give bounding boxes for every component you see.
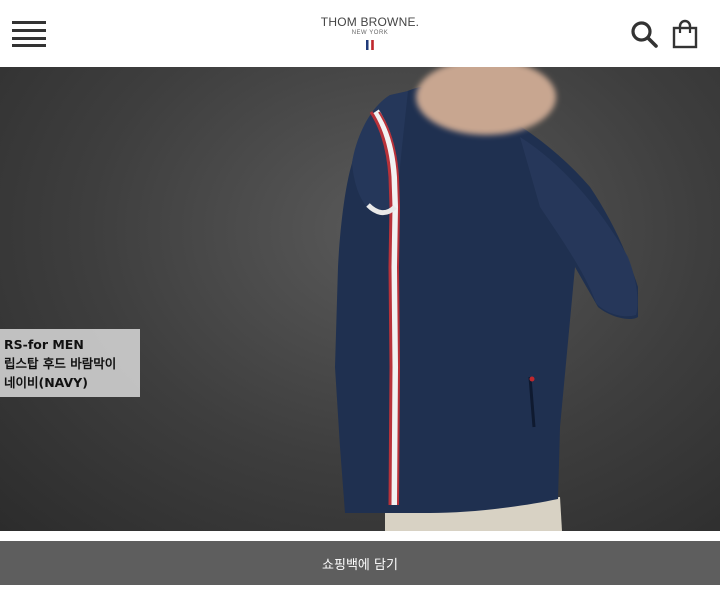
product-caption: RS-for MEN 립스탑 후드 바람막이 네이비(NAVY): [0, 329, 140, 397]
logo-sub-text: NEW YORK: [351, 30, 389, 36]
caption-line-3: 네이비(NAVY): [4, 375, 88, 390]
caption-line-1: RS-for MEN: [4, 337, 84, 352]
logo-brand-text: THOM BROWNE.: [320, 15, 420, 29]
shopping-bag-icon[interactable]: [672, 19, 698, 49]
caption-line-2: 립스탑 후드 바람막이: [4, 356, 117, 371]
tricolor-flag-icon: [366, 40, 374, 50]
add-to-bag-button[interactable]: 쇼핑백에 담기: [0, 541, 720, 585]
brand-logo[interactable]: THOM BROWNE. NEW YORK: [310, 15, 430, 55]
product-hero-image[interactable]: RS-for MEN 립스탑 후드 바람막이 네이비(NAVY): [0, 67, 720, 531]
hamburger-menu-icon[interactable]: [12, 21, 46, 47]
pocket-tab: [529, 376, 535, 382]
product-photo: [335, 67, 638, 531]
top-header: THOM BROWNE. NEW YORK: [0, 0, 720, 67]
search-icon[interactable]: [630, 20, 658, 48]
